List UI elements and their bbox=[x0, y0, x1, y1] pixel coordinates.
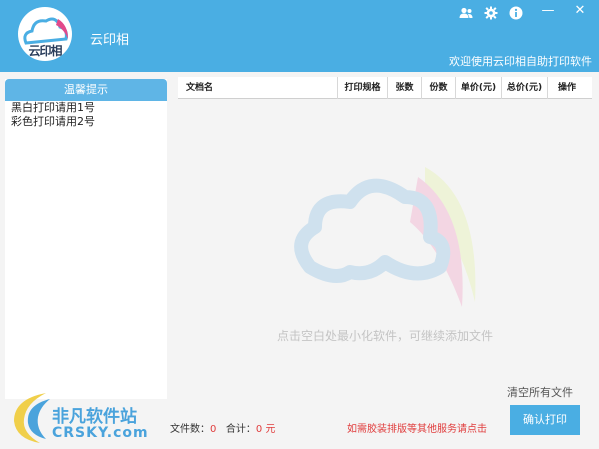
column-header-total-price: 总价(元) bbox=[502, 77, 548, 99]
watermark-text-cn: 非凡软件站 bbox=[52, 407, 137, 427]
file-count-label: 文件数： bbox=[170, 424, 210, 435]
column-header-copies: 份数 bbox=[422, 77, 456, 99]
info-icon[interactable] bbox=[508, 5, 524, 21]
tips-line: 黑白打印请用1号 bbox=[11, 101, 95, 114]
app-logo: 云印相 bbox=[18, 7, 72, 61]
tips-panel: 温馨提示 黑白打印请用1号 彩色打印请用2号 bbox=[5, 79, 167, 399]
minimize-hint: 点击空白处最小化软件，可继续添加文件 bbox=[276, 329, 493, 343]
app-header: 云印相 云印相 — ✕ 欢迎使用云印相自助打印软件 bbox=[0, 0, 599, 72]
gear-icon[interactable] bbox=[483, 5, 499, 21]
minimize-button[interactable]: — bbox=[540, 3, 556, 19]
footer-stats: 文件数：0 合计：0 元 bbox=[170, 420, 275, 435]
clear-all-button[interactable]: 清空所有文件 bbox=[507, 384, 573, 400]
cloud-watermark-icon bbox=[294, 167, 476, 307]
close-button[interactable]: ✕ bbox=[572, 3, 588, 19]
column-header-unit-price: 单价(元) bbox=[456, 77, 502, 99]
tips-line: 彩色打印请用2号 bbox=[11, 115, 95, 128]
file-count-value: 0 bbox=[210, 424, 217, 435]
file-list-area[interactable]: 文档名 打印规格 张数 份数 单价(元) 总价(元) 操作 点击空白处最小化软件… bbox=[178, 77, 592, 399]
column-header-filename: 文档名 bbox=[178, 77, 338, 99]
table-header: 文档名 打印规格 张数 份数 单价(元) 总价(元) 操作 bbox=[178, 77, 592, 99]
watermark-text-en: CRSKY.com bbox=[52, 425, 149, 441]
column-header-print-spec: 打印规格 bbox=[338, 77, 388, 99]
total-value: 0 bbox=[255, 424, 263, 435]
service-notice-link[interactable]: 如需胶装排版等其他服务请点击 bbox=[347, 420, 487, 435]
currency-unit: 元 bbox=[265, 424, 276, 435]
welcome-text: 欢迎使用云印相自助打印软件 bbox=[449, 55, 592, 68]
tips-title: 温馨提示 bbox=[5, 79, 167, 101]
app-title: 云印相 bbox=[90, 33, 130, 48]
column-header-sheets: 张数 bbox=[388, 77, 422, 99]
crsky-logo-icon bbox=[14, 393, 50, 443]
user-group-icon[interactable] bbox=[458, 5, 474, 21]
confirm-print-button[interactable]: 确认打印 bbox=[510, 405, 580, 435]
logo-text: 云印相 bbox=[28, 44, 62, 58]
corner-watermark: 非凡软件站 CRSKY.com bbox=[6, 389, 162, 445]
column-header-actions: 操作 bbox=[557, 83, 576, 93]
total-label: 合计： bbox=[225, 424, 256, 435]
